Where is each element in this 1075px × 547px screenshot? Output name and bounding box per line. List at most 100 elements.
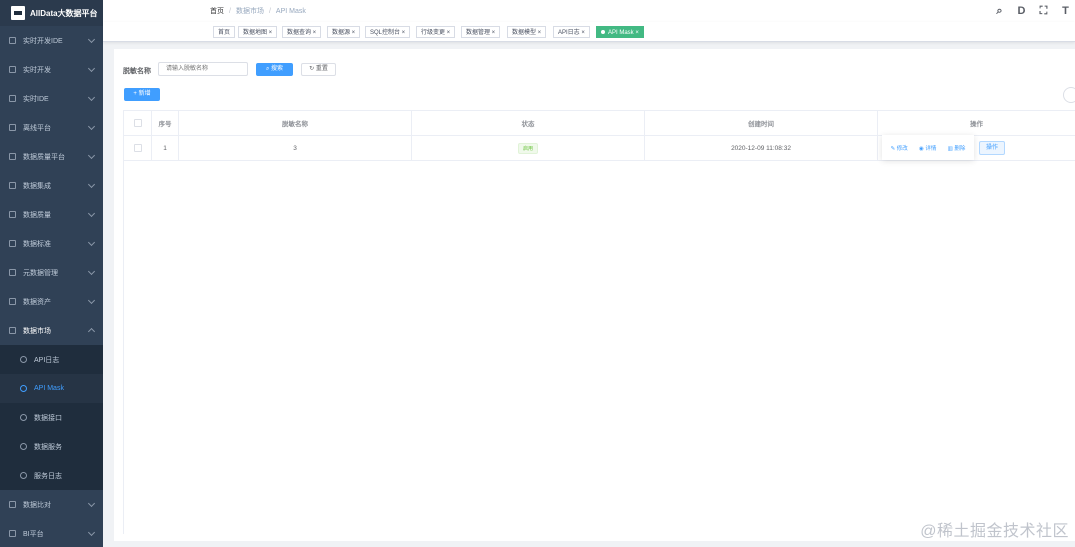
reset-button[interactable]: ↻ 重置 — [301, 63, 336, 76]
tag-data-map[interactable]: 数据地图 × — [238, 26, 278, 38]
tag-label: 数据管理 — [466, 30, 491, 36]
sidebar-subitem-label: 数据接口 — [34, 414, 62, 422]
sidebar-item-realtime-ide[interactable]: 实时IDE — [0, 84, 103, 113]
sidebar-item-bi[interactable]: BI平台 — [0, 519, 103, 547]
send-icon — [9, 95, 16, 102]
header-tools: ⌕ D ⛶ T — [994, 5, 1071, 17]
tag-label: API Mask — [608, 30, 634, 36]
actions-popover: ✎ 修改 ◉ 详情 ▥ 删除 — [882, 135, 974, 160]
tag-home[interactable]: 首页 — [213, 26, 236, 38]
sidebar-subitem-label: 服务日志 — [34, 472, 62, 480]
search-input[interactable] — [158, 62, 248, 76]
gear-icon — [9, 182, 16, 189]
tag-label: 数据源 — [332, 30, 351, 36]
tag-label: 行级变更 — [421, 30, 446, 36]
fullscreen-icon[interactable]: ⛶ — [1038, 5, 1049, 17]
row-select[interactable] — [123, 136, 152, 160]
tag-api-mask[interactable]: API Mask × — [596, 26, 644, 38]
refresh-circle-button[interactable] — [1063, 87, 1075, 103]
breadcrumb-current: API Mask — [275, 8, 306, 15]
chevron-down-icon — [87, 64, 96, 73]
edit-icon — [9, 124, 16, 131]
tag-datasource[interactable]: 数据源 × — [327, 26, 361, 38]
app-logo[interactable]: AllData大数据平台 — [0, 0, 103, 26]
sidebar-subitem-api-log[interactable]: API日志 — [0, 345, 103, 374]
breadcrumb-market[interactable]: 数据市场 — [236, 8, 264, 15]
header-select-all[interactable] — [123, 111, 152, 135]
more-actions-button[interactable]: 操作 — [979, 141, 1006, 155]
tag-sql-console[interactable]: SQL控制台 × — [365, 26, 411, 38]
sidebar-item-market[interactable]: 数据市场 — [0, 316, 103, 345]
document-icon[interactable]: D — [1016, 5, 1027, 17]
monitor-icon — [9, 66, 16, 73]
delete-label: 删除 — [954, 145, 966, 152]
data-table: 序号 脱敏名称 状态 创建时间 操作 1 3 启用 2020-12-09 11:… — [123, 110, 1075, 161]
edit-link[interactable]: ✎ 修改 — [891, 144, 908, 152]
sidebar-item-integration[interactable]: 数据集成 — [0, 171, 103, 200]
sidebar-item-label: 数据市场 — [23, 327, 51, 335]
tag-api-log[interactable]: API日志 × — [553, 26, 590, 38]
sidebar-subitem-data-api[interactable]: 数据接口 — [0, 403, 103, 432]
sidebar-item-label: 实时开发IDE — [23, 37, 63, 45]
tag-data-query[interactable]: 数据查询 × — [282, 26, 322, 38]
chevron-down-icon — [87, 151, 96, 160]
header-index: 序号 — [152, 111, 179, 135]
sidebar-item-label: 数据质量 — [23, 211, 51, 219]
sidebar-item-standard[interactable]: 数据标准 — [0, 229, 103, 258]
sidebar-subitem-api-mask[interactable]: API Mask — [0, 374, 103, 403]
sidebar-item-quality-platform[interactable]: 数据质量平台 — [0, 142, 103, 171]
detail-link[interactable]: ◉ 详情 — [919, 144, 936, 152]
tag-row-change[interactable]: 行级变更 × — [416, 26, 456, 38]
search-button[interactable]: ⌕ 搜索 — [256, 63, 293, 76]
chevron-down-icon — [87, 35, 96, 44]
status-badge: 启用 — [517, 142, 538, 154]
breadcrumb: 首页 / 数据市场 / API Mask — [210, 6, 306, 16]
sidebar-subitem-service-log[interactable]: 服务日志 — [0, 461, 103, 490]
database-icon — [9, 211, 16, 218]
breadcrumb-separator: / — [229, 8, 231, 15]
sidebar-item-metadata[interactable]: 元数据管理 — [0, 258, 103, 287]
add-button[interactable]: + 新增 — [124, 88, 160, 101]
sidebar-subitem-data-service[interactable]: 数据服务 — [0, 432, 103, 461]
sidebar-item-compare[interactable]: 数据比对 — [0, 490, 103, 519]
sidebar-item-label: 实时开发 — [23, 66, 51, 74]
checkbox-icon[interactable] — [133, 144, 142, 152]
tag-data-manage[interactable]: 数据管理 × — [461, 26, 501, 38]
main-content: 脱敏名称 ⌕ 搜索 ↻ 重置 + 新增 序号 脱敏名称 状态 创建时间 操作 1… — [114, 49, 1075, 541]
sidebar-item-realtime-dev[interactable]: 实时开发 — [0, 55, 103, 84]
send-icon — [9, 269, 16, 276]
chevron-down-icon — [87, 93, 96, 102]
sidebar-item-label: 数据资产 — [23, 298, 51, 306]
checkbox-icon[interactable] — [133, 119, 142, 127]
tag-label: SQL控制台 — [370, 30, 401, 36]
font-size-icon[interactable]: T — [1060, 5, 1071, 17]
chevron-down-icon — [87, 296, 96, 305]
delete-link[interactable]: ▥ 删除 — [948, 144, 966, 152]
sidebar-item-offline[interactable]: 离线平台 — [0, 113, 103, 142]
send-icon — [9, 240, 16, 247]
cube-icon — [20, 385, 27, 392]
header-created: 创建时间 — [645, 111, 878, 135]
row-name: 3 — [179, 136, 412, 160]
chevron-down-icon — [87, 528, 96, 537]
sidebar-item-assets[interactable]: 数据资产 — [0, 287, 103, 316]
user-icon — [20, 356, 27, 363]
sidebar-item-realtime-ide-dev[interactable]: 实时开发IDE — [0, 26, 103, 55]
sidebar-subitem-label: API Mask — [34, 385, 64, 392]
row-index: 1 — [152, 136, 179, 160]
tag-label: 首页 — [218, 30, 231, 36]
dashboard-icon — [20, 414, 27, 421]
table-icon — [9, 501, 16, 508]
search-label: 脱敏名称 — [123, 68, 151, 75]
breadcrumb-home[interactable]: 首页 — [210, 8, 224, 15]
table-header: 序号 脱敏名称 状态 创建时间 操作 — [123, 110, 1075, 136]
search-icon[interactable]: ⌕ — [994, 5, 1005, 17]
tag-data-model[interactable]: 数据模型 × — [507, 26, 547, 38]
detail-label: 详情 — [925, 145, 937, 152]
sidebar-item-quality[interactable]: 数据质量 — [0, 200, 103, 229]
app-title: AllData大数据平台 — [30, 8, 98, 18]
refresh-icon: ↻ — [309, 66, 316, 72]
dashboard-icon — [20, 443, 27, 450]
sidebar-item-label: 数据标准 — [23, 240, 51, 248]
sidebar-item-label: 元数据管理 — [23, 269, 58, 277]
